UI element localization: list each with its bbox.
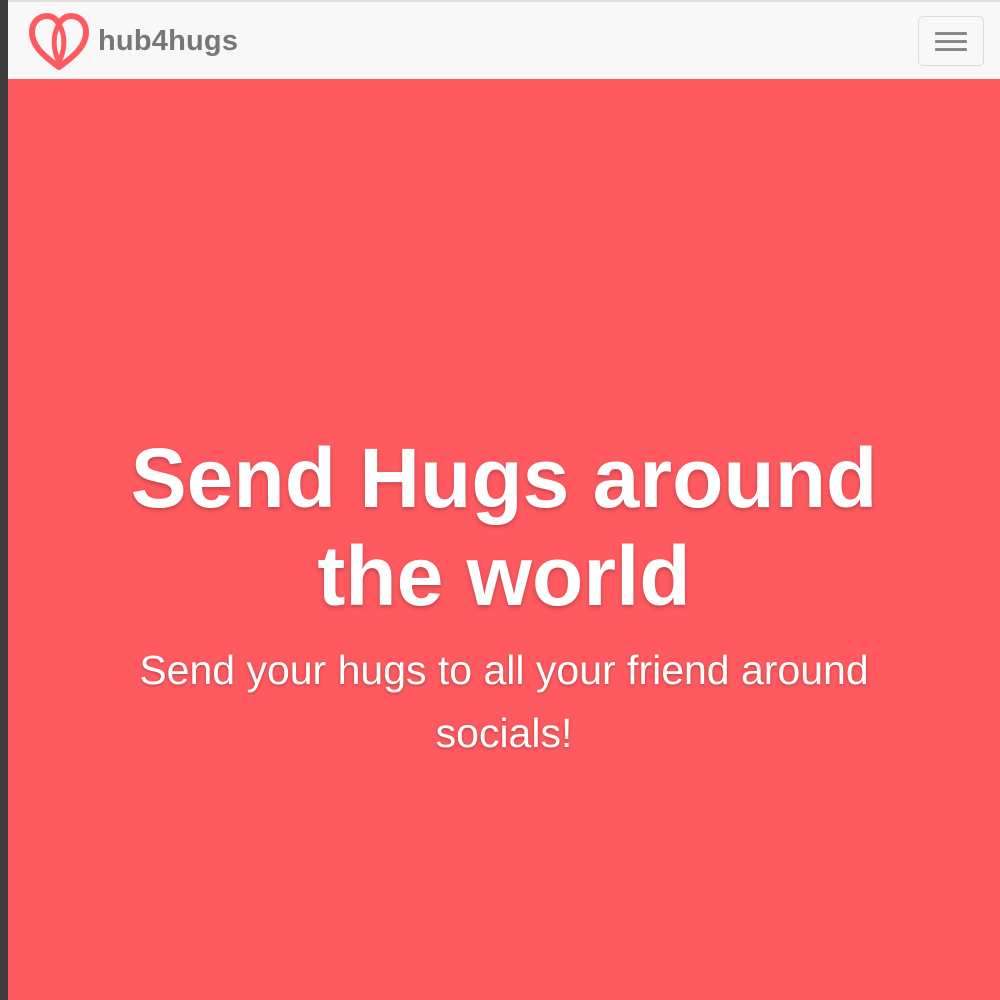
heart-logo-icon [29, 13, 89, 70]
hero-subtitle: Send your hugs to all your friend around… [139, 647, 869, 756]
hero-title: Send Hugs around the world [130, 431, 878, 623]
page: hub4hugs Send Hugs around the world Send… [8, 0, 1000, 1000]
navbar: hub4hugs [8, 0, 1000, 79]
brand-name: hub4hugs [98, 24, 239, 57]
brand-link[interactable]: hub4hugs [28, 12, 238, 70]
hero-section: Send Hugs around the world Send your hug… [8, 79, 1000, 1000]
window-left-edge [0, 0, 8, 1000]
menu-toggle-button[interactable] [918, 16, 984, 66]
